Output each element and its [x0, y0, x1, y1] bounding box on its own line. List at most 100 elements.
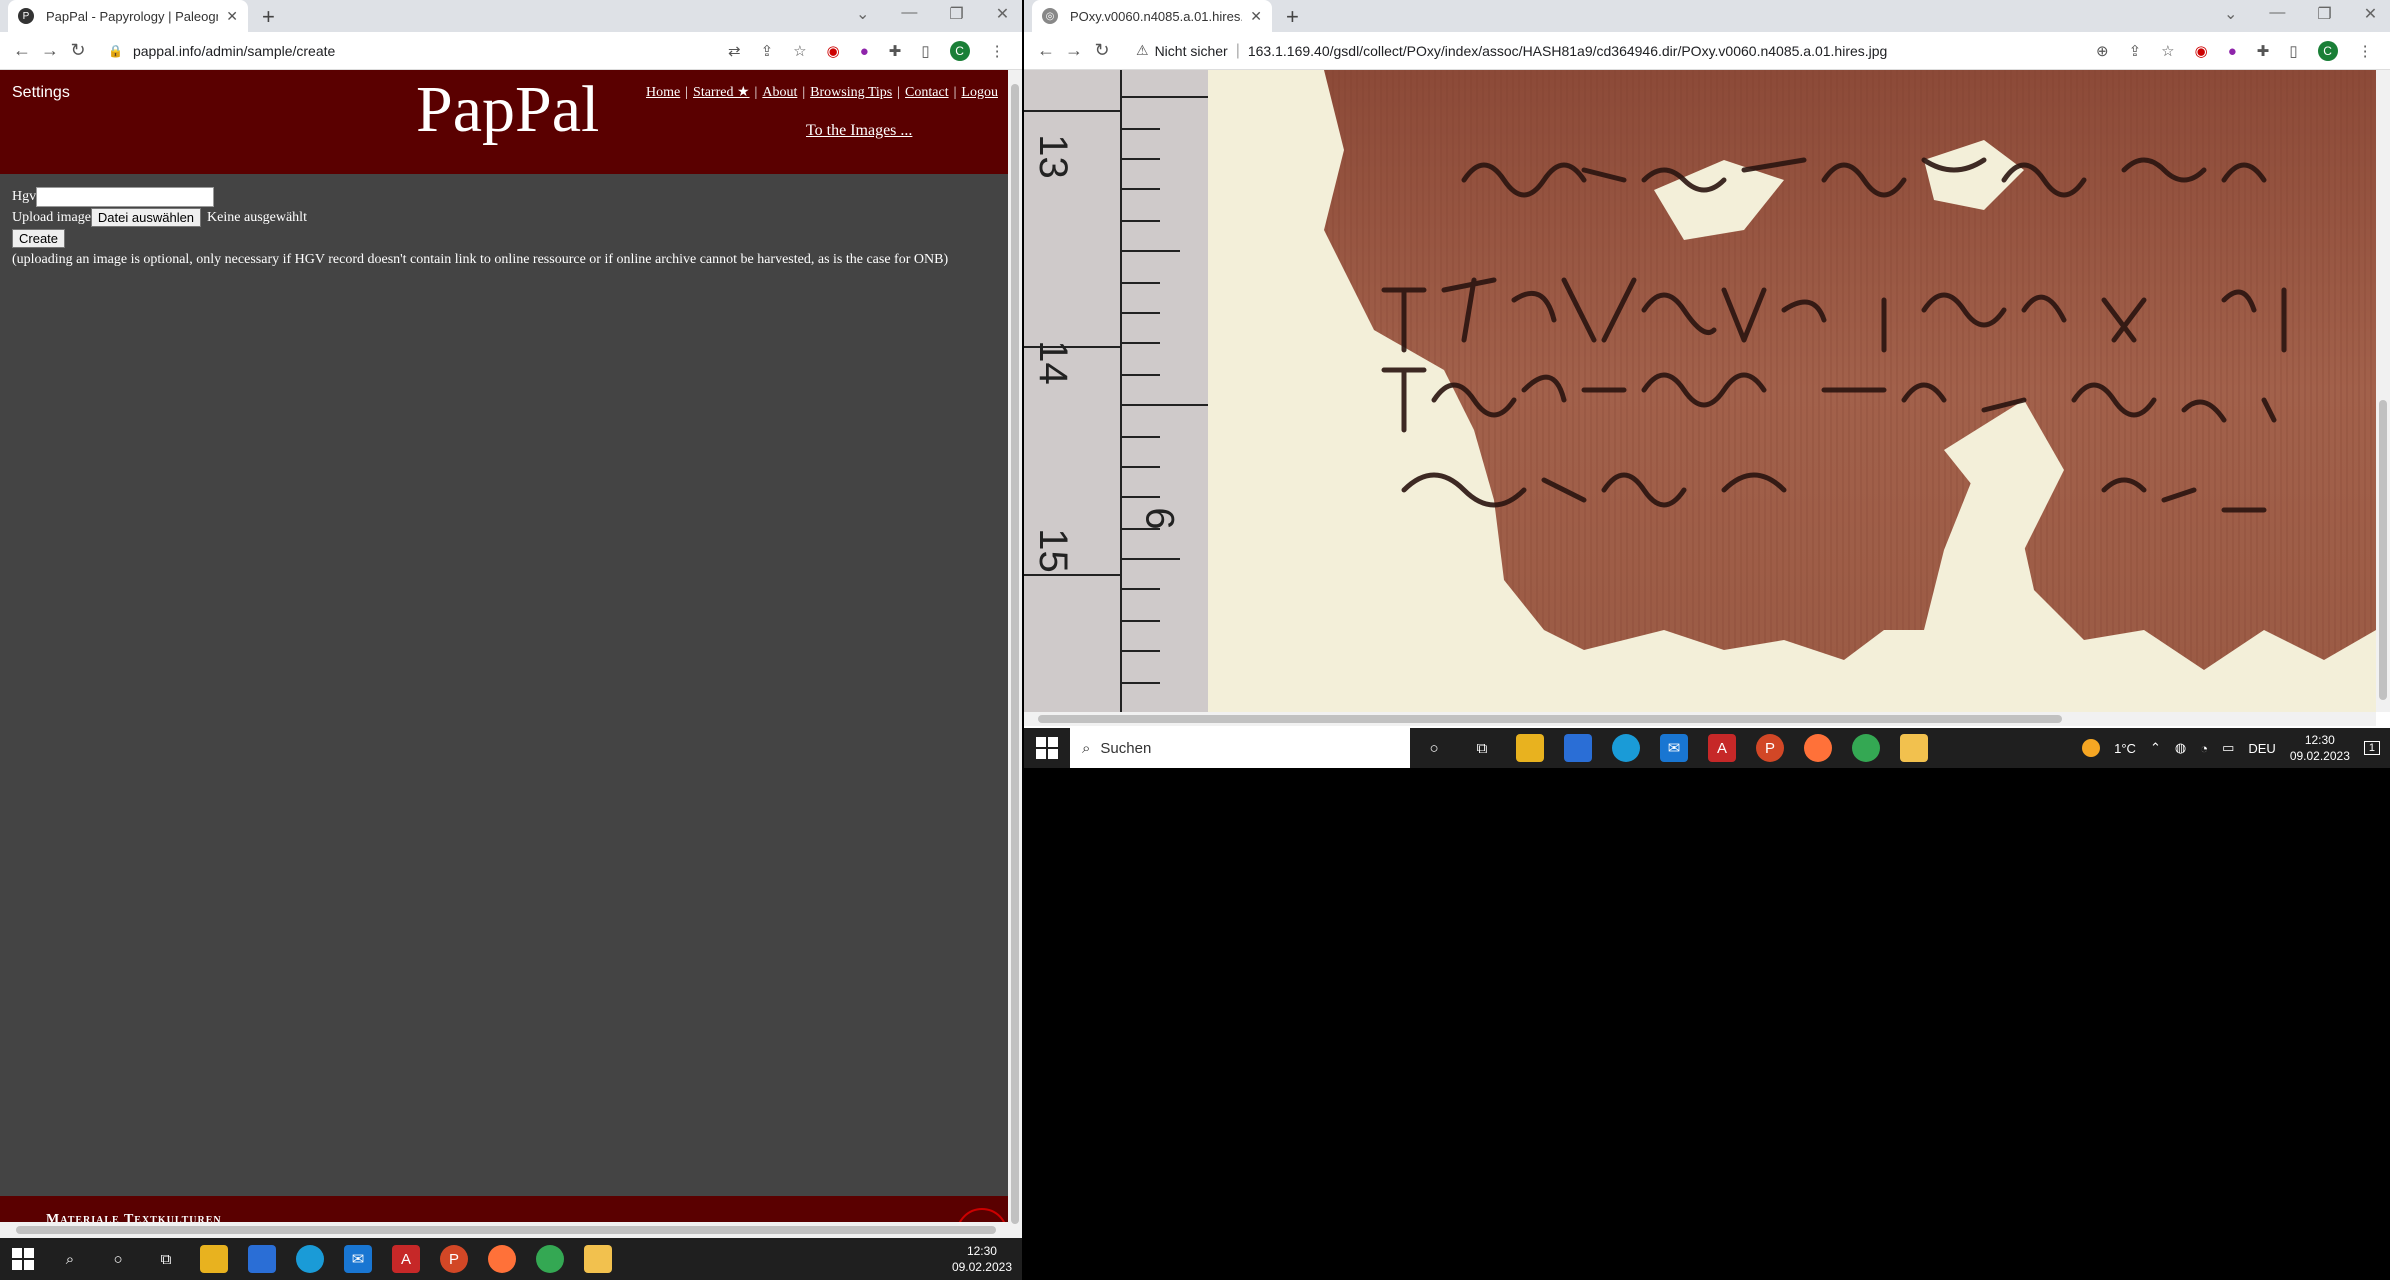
reload-icon[interactable]: ↻ [64, 40, 92, 61]
zoom-icon[interactable]: ⊕ [2096, 42, 2109, 60]
extensions-puzzle-icon[interactable]: ✚ [2257, 42, 2270, 60]
extension-ub-icon[interactable]: ● [860, 43, 869, 60]
new-tab-icon[interactable]: + [1286, 4, 1299, 30]
url-field[interactable]: pappal.info/admin/sample/create [133, 43, 335, 59]
side-panel-icon[interactable]: ▯ [2289, 42, 2297, 60]
notification-badge[interactable]: 1 [2364, 741, 2380, 755]
sticky-app-icon[interactable] [584, 1245, 612, 1273]
back-icon[interactable]: ← [1032, 40, 1060, 61]
choose-file-button[interactable]: Datei auswählen [91, 208, 201, 227]
security-label[interactable]: Nicht sicher [1155, 43, 1228, 59]
vertical-scrollbar[interactable] [1008, 70, 1022, 1238]
create-button[interactable]: Create [12, 229, 65, 248]
chrome-icon[interactable] [536, 1245, 564, 1273]
minimize-icon[interactable]: — [901, 4, 917, 24]
weather-icon[interactable] [2082, 739, 2100, 757]
nav-about[interactable]: About [762, 85, 797, 100]
scroll-thumb[interactable] [1038, 715, 2062, 723]
chrome-icon[interactable] [1852, 734, 1880, 762]
search-icon[interactable]: ⌕ [56, 1245, 84, 1273]
nav-browsing-tips[interactable]: Browsing Tips [810, 85, 892, 100]
extension-ub-icon[interactable]: ● [2228, 43, 2237, 60]
minimize-icon[interactable]: — [2269, 4, 2285, 24]
forward-icon[interactable]: → [1060, 40, 1088, 61]
horizontal-scrollbar[interactable] [0, 1222, 1008, 1238]
sticky-app-icon[interactable] [1900, 734, 1928, 762]
task-view-icon[interactable]: ⧉ [152, 1245, 180, 1273]
powerpoint-icon[interactable]: P [440, 1245, 468, 1273]
bookmark-star-icon[interactable]: ☆ [2161, 42, 2174, 60]
vertical-scrollbar[interactable] [2376, 70, 2390, 712]
settings-link[interactable]: Settings [12, 84, 70, 102]
windows-start-icon[interactable] [1036, 737, 1058, 759]
clock[interactable]: 12:30 09.02.2023 [952, 1243, 1012, 1275]
nav-logout[interactable]: Logou [961, 85, 998, 100]
extensions-puzzle-icon[interactable]: ✚ [889, 42, 902, 60]
scroll-thumb[interactable] [16, 1226, 996, 1234]
mail-icon[interactable]: ✉ [344, 1245, 372, 1273]
taskbar-search-box[interactable]: ⌕ Suchen [1070, 728, 1410, 768]
restore-icon[interactable]: ❐ [2317, 4, 2331, 24]
extension-icon[interactable]: ◉ [2195, 42, 2208, 60]
firefox-icon[interactable] [1804, 734, 1832, 762]
forward-icon[interactable]: → [36, 40, 64, 61]
restore-icon[interactable]: ❐ [949, 4, 963, 24]
warning-icon[interactable]: ⚠ [1136, 42, 1149, 59]
profile-avatar[interactable]: C [2318, 41, 2338, 61]
close-window-icon[interactable]: ✕ [996, 4, 1009, 24]
cortana-icon[interactable]: ○ [1420, 734, 1448, 762]
new-tab-icon[interactable]: + [262, 4, 275, 30]
wifi-icon[interactable]: ◔ [2200, 741, 2208, 756]
tab-image[interactable]: ◎ POxy.v0060.n4085.a.01.hires.jpg ✕ [1032, 0, 1272, 32]
nav-home[interactable]: Home [646, 85, 680, 100]
papyrus-image[interactable]: 13 14 6 15 [1024, 70, 2376, 712]
edge-icon[interactable] [1612, 734, 1640, 762]
mail-icon[interactable]: ✉ [1660, 734, 1688, 762]
share-icon[interactable]: ⇪ [761, 42, 774, 60]
tab-search-icon[interactable]: ⌄ [2224, 4, 2237, 24]
share-icon[interactable]: ⇪ [2129, 42, 2142, 60]
url-field[interactable]: 163.1.169.40/gsdl/collect/POxy/index/ass… [1248, 43, 1887, 59]
menu-icon[interactable]: ⋮ [2358, 42, 2373, 60]
cortana-icon[interactable]: ○ [104, 1245, 132, 1273]
store-icon[interactable] [248, 1245, 276, 1273]
edge-icon[interactable] [296, 1245, 324, 1273]
firefox-icon[interactable] [488, 1245, 516, 1273]
side-panel-icon[interactable]: ▯ [921, 42, 929, 60]
store-icon[interactable] [1564, 734, 1592, 762]
powerpoint-icon[interactable]: P [1756, 734, 1784, 762]
menu-icon[interactable]: ⋮ [990, 42, 1005, 60]
acrobat-icon[interactable]: A [1708, 734, 1736, 762]
to-images-link[interactable]: To the Images ... [806, 122, 912, 140]
clock[interactable]: 12:30 09.02.2023 [2290, 732, 2350, 764]
language-indicator[interactable]: DEU [2248, 741, 2275, 756]
acrobat-icon[interactable]: A [392, 1245, 420, 1273]
lock-icon[interactable]: 🔒 [108, 44, 123, 58]
horizontal-scrollbar[interactable] [1024, 712, 2376, 726]
tab-pappal[interactable]: P PapPal - Papyrology | Paleograph ✕ [8, 0, 248, 32]
close-window-icon[interactable]: ✕ [2364, 4, 2377, 24]
weather-temp[interactable]: 1°C [2114, 741, 2136, 756]
back-icon[interactable]: ← [8, 40, 36, 61]
profile-avatar[interactable]: C [950, 41, 970, 61]
translate-icon[interactable]: ⇄ [728, 42, 741, 60]
scroll-thumb[interactable] [2379, 400, 2387, 700]
task-view-icon[interactable]: ⧉ [1468, 734, 1496, 762]
extension-icon[interactable]: ◉ [827, 42, 840, 60]
reload-icon[interactable]: ↻ [1088, 40, 1116, 61]
network-icon[interactable]: ◍ [2175, 740, 2186, 756]
pappal-logo[interactable]: PapPal [416, 72, 599, 148]
file-explorer-icon[interactable] [1516, 734, 1544, 762]
bookmark-star-icon[interactable]: ☆ [793, 42, 806, 60]
battery-icon[interactable]: ▭ [2222, 740, 2234, 756]
hgv-input[interactable] [36, 187, 214, 207]
tray-chevron-icon[interactable]: ⌃ [2150, 740, 2161, 756]
nav-starred[interactable]: Starred ★ [693, 85, 749, 100]
close-tab-icon[interactable]: ✕ [1250, 8, 1262, 25]
file-explorer-icon[interactable] [200, 1245, 228, 1273]
close-tab-icon[interactable]: ✕ [226, 8, 238, 25]
tab-search-icon[interactable]: ⌄ [856, 4, 869, 24]
scroll-thumb[interactable] [1011, 84, 1019, 1224]
windows-start-icon[interactable] [12, 1248, 34, 1270]
nav-contact[interactable]: Contact [905, 85, 949, 100]
